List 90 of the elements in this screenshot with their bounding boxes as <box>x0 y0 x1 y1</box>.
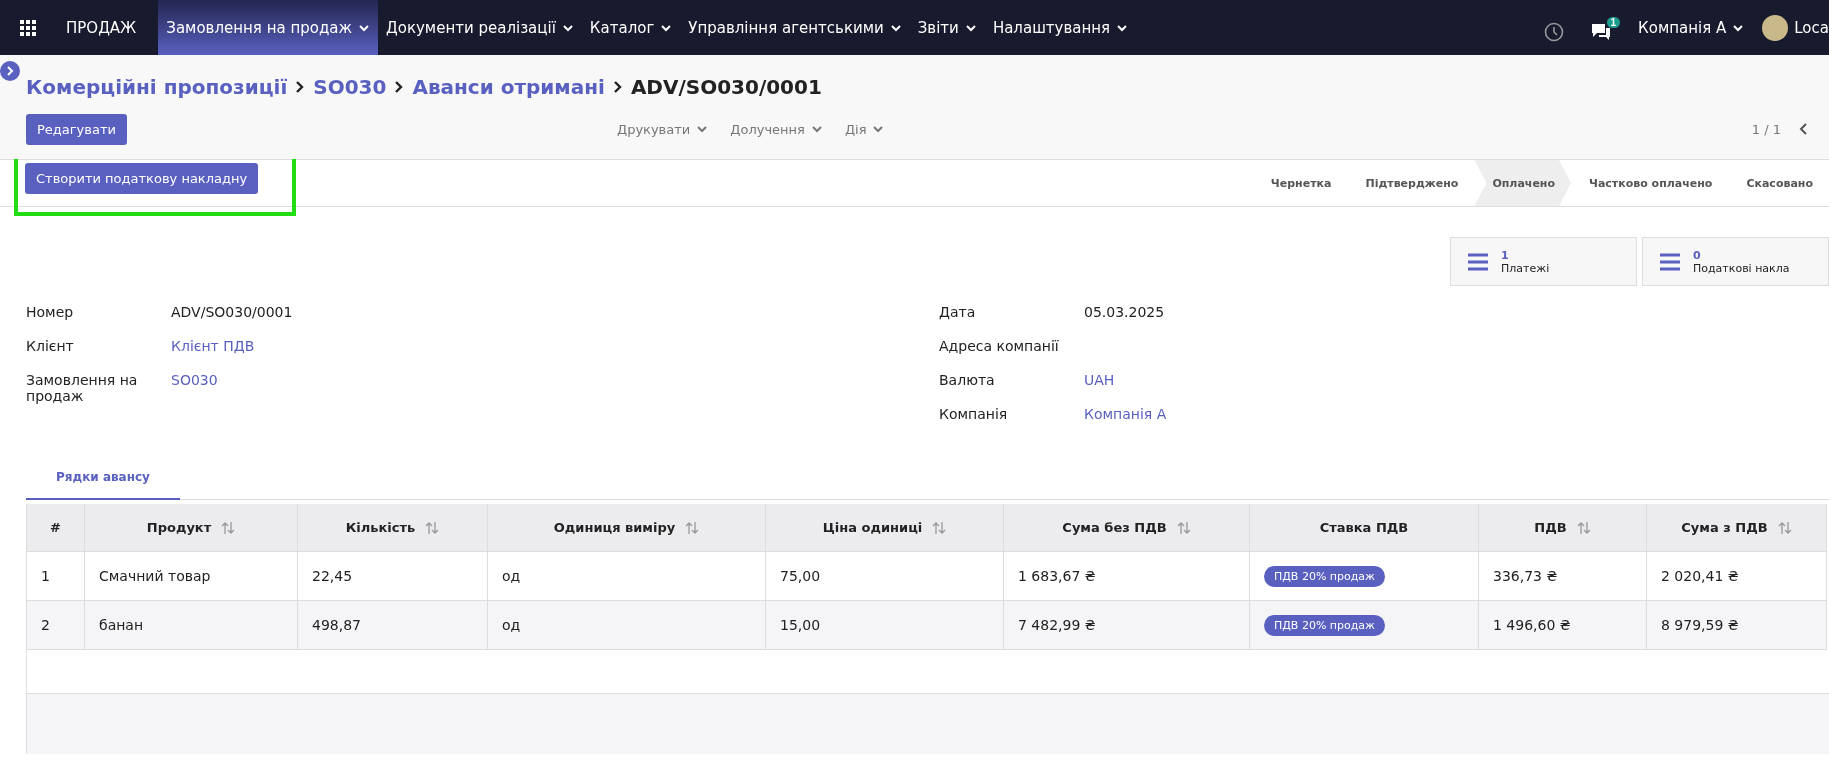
table-cell: 7 482,99 ₴ <box>1004 601 1250 650</box>
list-icon <box>1659 252 1681 271</box>
chevron-right-icon <box>394 80 405 94</box>
field-label: Адреса компанії <box>939 338 1060 356</box>
sort-icon <box>1777 520 1792 535</box>
field-label: Клієнт <box>26 338 75 356</box>
dropdown-button[interactable]: Долучення <box>730 121 823 137</box>
field-link[interactable]: Компанія А <box>1084 406 1829 428</box>
status-step: Скасовано <box>1728 160 1829 206</box>
status-step: Частково оплачено <box>1571 160 1729 206</box>
chat-icon <box>1591 22 1612 41</box>
menu-item[interactable]: Замовлення на продаж <box>158 0 378 55</box>
message-count-badge: 1 <box>1606 16 1621 28</box>
column-header[interactable]: Продукт <box>85 504 298 552</box>
column-header[interactable]: Ціна одиниці <box>766 504 1004 552</box>
table-cell: од <box>488 552 766 601</box>
create-tax-invoice-button[interactable]: Створити податкову накладну <box>25 163 259 194</box>
menu-item[interactable]: Документи реалізації <box>378 0 582 55</box>
sort-icon <box>221 520 236 535</box>
breadcrumb-link[interactable]: Аванси отримані <box>412 75 605 99</box>
caret-icon <box>872 123 885 135</box>
smart-button[interactable]: 1 Платежі <box>1450 237 1637 286</box>
field-label: Валюта <box>939 372 996 390</box>
pager-counter: 1 / 1 <box>1751 121 1781 137</box>
field-value: ADV/SO030/0001 <box>171 304 294 322</box>
field-label: Номер <box>26 304 75 322</box>
table-cell: Смачний товар <box>85 552 298 601</box>
sort-icon <box>685 520 700 535</box>
tax-tag: ПДВ 20% продаж <box>1264 614 1385 636</box>
table-cell: 1 496,60 ₴ <box>1479 601 1647 650</box>
table-cell: 75,00 <box>766 552 1004 601</box>
column-header[interactable]: Сума з ПДВ <box>1647 504 1827 552</box>
field-label: Компанія <box>939 406 1009 424</box>
field-link[interactable]: Клієнт ПДВ <box>171 338 939 360</box>
status-step: Підтверджено <box>1347 160 1475 206</box>
menu-item[interactable]: Управління агентськими <box>680 0 910 55</box>
column-header[interactable]: Ставка ПДВ <box>1250 504 1479 552</box>
table-cell: 2 020,41 ₴ <box>1647 552 1827 601</box>
caret-icon <box>696 123 709 135</box>
dropdown-button[interactable]: Дія <box>844 121 885 137</box>
list-icon <box>1467 252 1489 271</box>
field-label: Замовлення на продаж <box>26 372 139 404</box>
edit-button[interactable]: Редагувати <box>26 113 127 145</box>
column-header[interactable]: Одиниця виміру <box>488 504 766 552</box>
table-cell: 22,45 <box>298 552 488 601</box>
table-cell: 15,00 <box>766 601 1004 650</box>
dropdown-button[interactable]: Друкувати <box>616 121 709 137</box>
menu-item[interactable]: Каталог <box>581 0 681 55</box>
previous-button[interactable] <box>1799 123 1809 135</box>
table-cell: 1 <box>27 552 85 601</box>
column-header[interactable]: ПДВ <box>1479 504 1647 552</box>
sort-icon <box>1176 520 1191 535</box>
table-cell: 498,87 <box>298 601 488 650</box>
clock-icon <box>1544 21 1565 42</box>
sort-icon <box>932 520 947 535</box>
column-header[interactable]: # <box>27 504 85 552</box>
status-step: Чернетка <box>1252 160 1348 206</box>
table-cell: 8 979,59 ₴ <box>1647 601 1827 650</box>
field-link[interactable]: SO030 <box>171 372 939 404</box>
table-cell: 336,73 ₴ <box>1479 552 1647 601</box>
menu-item[interactable]: Налаштування <box>984 0 1137 55</box>
caret-icon <box>810 123 823 135</box>
chevron-right-icon <box>612 80 623 94</box>
grid-icon <box>20 19 36 36</box>
breadcrumb-link[interactable]: Комерційні пропозиції <box>26 75 288 99</box>
tax-tag: ПДВ 20% продаж <box>1264 565 1385 587</box>
sidebar-toggle-icon[interactable] <box>0 61 20 81</box>
avatar-icon <box>1762 14 1789 41</box>
table-cell: банан <box>85 601 298 650</box>
record-title: ADV/SO030/0001 <box>630 75 822 99</box>
user-menu[interactable]: Loca <box>1762 14 1829 41</box>
field-link[interactable]: UAH <box>1084 372 1829 394</box>
sort-icon <box>1576 520 1591 535</box>
table-cell: од <box>488 601 766 650</box>
field-label: Дата <box>939 304 977 322</box>
breadcrumb-link[interactable]: SO030 <box>313 75 387 99</box>
field-value: 05.03.2025 <box>1084 304 1166 322</box>
table-cell: 1 683,67 ₴ <box>1004 552 1250 601</box>
tab[interactable]: Рядки авансу <box>26 454 180 500</box>
chevron-left-icon <box>1799 123 1809 135</box>
app-name: ПРОДАЖ <box>65 17 138 39</box>
smart-button[interactable]: 0 Податкові накла <box>1642 237 1829 286</box>
chevron-right-icon <box>295 80 306 94</box>
status-step: Оплачено <box>1474 160 1571 206</box>
menu-item[interactable]: Звіти <box>909 0 985 55</box>
company-switcher[interactable]: Компанія А <box>1638 18 1745 37</box>
sort-icon <box>425 520 440 535</box>
column-header[interactable]: Сума без ПДВ <box>1004 504 1250 552</box>
table-cell: 2 <box>27 601 85 650</box>
column-header[interactable]: Кількість <box>298 504 488 552</box>
